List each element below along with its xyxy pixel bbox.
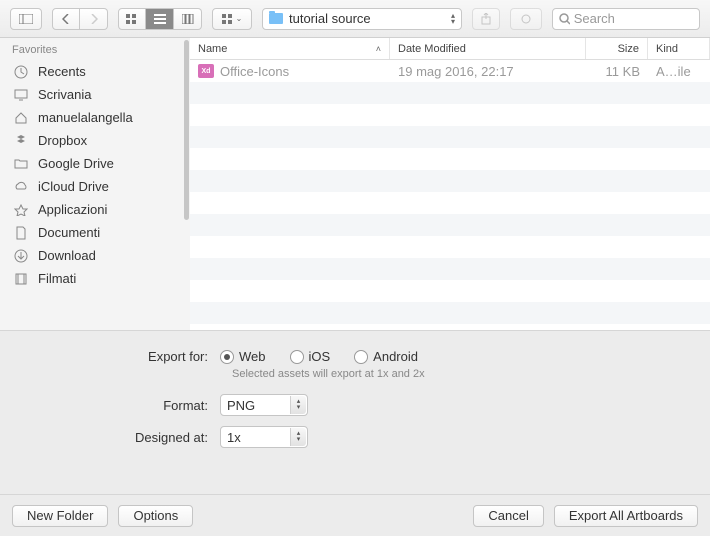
column-header-name[interactable]: Name˄ [190,38,390,59]
designed-at-value: 1x [227,430,241,445]
dropbox-icon [12,134,30,148]
radio-label: Android [373,349,418,364]
download-icon [12,249,30,263]
radio-android[interactable]: Android [354,349,418,364]
back-button[interactable] [52,8,80,30]
file-row[interactable]: Xd Office-Icons 19 mag 2016, 22:1711 KBA…i… [190,60,710,82]
folder-icon [12,157,30,171]
column-header-kind[interactable]: Kind [648,38,710,59]
radio-circle-icon [354,350,368,364]
radio-label: Web [239,349,266,364]
file-list-header: Name˄ Date Modified Size Kind [190,38,710,60]
file-name: Office-Icons [220,64,289,79]
sidebar-item-label: Download [38,248,96,263]
arrange-group: ⌄ [212,8,252,30]
action-group [472,8,500,30]
sidebar: Favorites Recents Scrivania manuelalangell… [0,38,190,330]
xd-file-icon: Xd [198,64,214,78]
home-icon [12,111,30,125]
search-input[interactable] [574,11,693,26]
options-button[interactable]: Options [118,505,193,527]
format-value: PNG [227,398,255,413]
select-stepper-icon: ▴▾ [290,396,306,414]
sidebar-item-label: Dropbox [38,133,87,148]
sidebar-item-label: Scrivania [38,87,91,102]
file-kind: A…ile [648,64,710,79]
view-mode-group [118,8,202,30]
sidebar-item-scrivania[interactable]: Scrivania [0,83,190,106]
export-hint: Selected assets will export at 1x and 2x [232,368,690,380]
sidebar-item-filmati[interactable]: Filmati [0,267,190,290]
main-area: Favorites Recents Scrivania manuelalangell… [0,38,710,330]
sidebar-item-dropbox[interactable]: Dropbox [0,129,190,152]
sidebar-item-label: iCloud Drive [38,179,109,194]
format-select[interactable]: PNG ▴▾ [220,394,308,416]
list-view-button[interactable] [146,8,174,30]
sidebar-toggle-button[interactable] [10,8,42,30]
sidebar-item-label: manuelalangella [38,110,133,125]
column-header-size[interactable]: Size [586,38,648,59]
sidebar-item-label: Google Drive [38,156,114,171]
sidebar-item-download[interactable]: Download [0,244,190,267]
format-label: Format: [20,398,220,413]
sort-caret-icon: ˄ [376,44,381,54]
file-date: 19 mag 2016, 22:17 [390,64,586,79]
tags-button[interactable] [510,8,542,30]
icon-view-button[interactable] [118,8,146,30]
file-list: Name˄ Date Modified Size Kind Xd Office-I… [190,38,710,330]
column-view-button[interactable] [174,8,202,30]
export-for-radio-group: Web iOS Android [220,349,418,364]
path-label: tutorial source [289,11,445,26]
export-panel: Export for: Web iOS Android Selected asset… [0,330,710,494]
column-header-date[interactable]: Date Modified [390,38,586,59]
dropdown-caret-icon: ▴▾ [451,13,455,25]
sidebar-item-label: Documenti [38,225,100,240]
cloud-icon [12,180,30,194]
export-all-button[interactable]: Export All Artboards [554,505,698,527]
search-field[interactable] [552,8,700,30]
search-icon [559,13,570,25]
radio-ios[interactable]: iOS [290,349,331,364]
sidebar-header: Favorites [0,38,190,60]
radio-web[interactable]: Web [220,349,266,364]
path-dropdown[interactable]: tutorial source ▴▾ [262,8,462,30]
new-folder-button[interactable]: New Folder [12,505,108,527]
sidebar-item-manuelalangella[interactable]: manuelalangella [0,106,190,129]
toolbar: ⌄ tutorial source ▴▾ [0,0,710,38]
export-for-label: Export for: [20,349,220,364]
sidebar-item-label: Applicazioni [38,202,107,217]
radio-label: iOS [309,349,331,364]
sidebar-item-recents[interactable]: Recents [0,60,190,83]
sidebar-item-applicazioni[interactable]: Applicazioni [0,198,190,221]
sidebar-item-label: Filmati [38,271,76,286]
scrollbar[interactable] [184,40,189,220]
desktop-icon [12,88,30,102]
share-button[interactable] [472,8,500,30]
clock-icon [12,65,30,79]
designed-at-select[interactable]: 1x ▴▾ [220,426,308,448]
forward-button[interactable] [80,8,108,30]
radio-circle-icon [220,350,234,364]
file-size: 11 KB [586,64,648,79]
sidebar-item-documenti[interactable]: Documenti [0,221,190,244]
folder-icon [269,13,283,24]
apps-icon [12,203,30,217]
designed-at-label: Designed at: [20,430,220,445]
select-stepper-icon: ▴▾ [290,428,306,446]
sidebar-item-google-drive[interactable]: Google Drive [0,152,190,175]
nav-group [52,8,108,30]
footer: New Folder Options Cancel Export All Art… [0,494,710,536]
film-icon [12,272,30,286]
cancel-button[interactable]: Cancel [473,505,543,527]
document-icon [12,226,30,240]
radio-circle-icon [290,350,304,364]
arrange-button[interactable]: ⌄ [212,8,252,30]
sidebar-item-icloud-drive[interactable]: iCloud Drive [0,175,190,198]
sidebar-item-label: Recents [38,64,86,79]
